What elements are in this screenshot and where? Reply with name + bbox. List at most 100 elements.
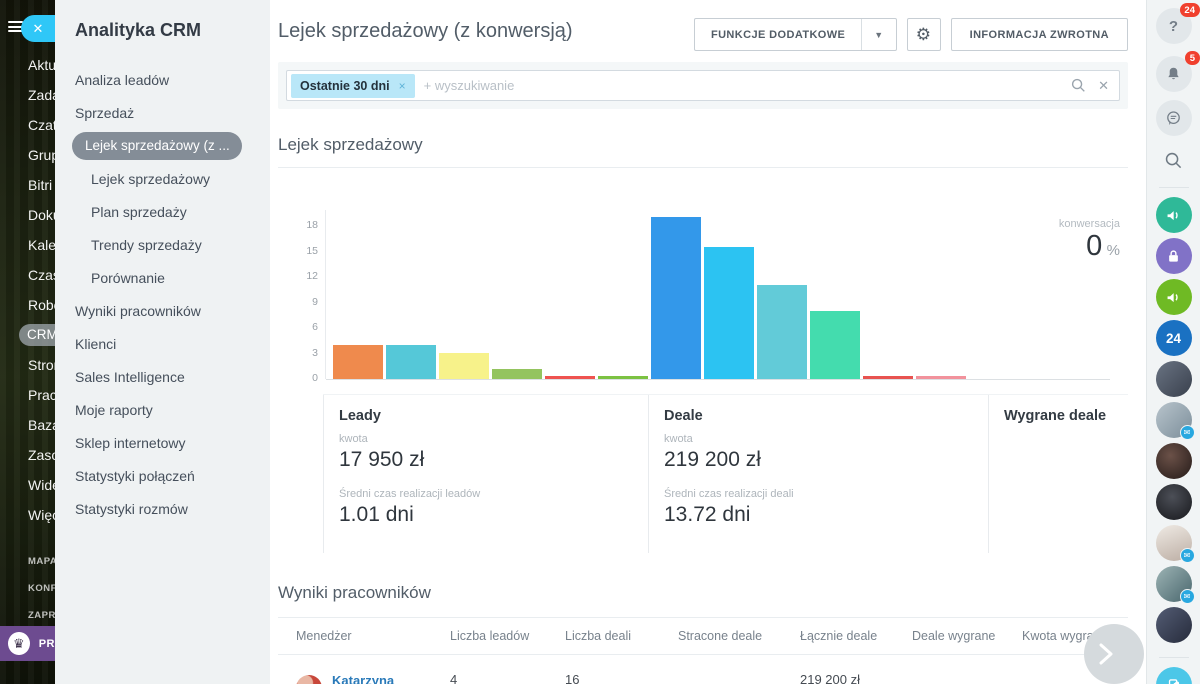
main-nav-footer: MAPAKONFIZAPRO [0, 548, 55, 629]
sidebar-item-label: Klienci [75, 336, 116, 352]
premium-banner[interactable]: ♛ PR [0, 626, 55, 661]
funnel-bar-leady-5[interactable] [545, 376, 595, 379]
security-button[interactable] [1156, 238, 1192, 274]
nav-item-stron[interactable]: Stron [0, 350, 55, 380]
remove-tag-icon[interactable]: × [399, 79, 406, 93]
clear-search-icon[interactable]: ✕ [1098, 78, 1109, 94]
sidebar-item-label: Lejek sprzedażowy [91, 171, 210, 187]
funnel-bar-deale-4[interactable] [810, 311, 860, 379]
extra-features-button[interactable]: FUNKCJE DODATKOWE ▼ [694, 18, 897, 51]
col-total-deals[interactable]: Łącznie deale [798, 618, 910, 655]
funnel-bar-leady-4[interactable] [492, 369, 542, 379]
nav-footer-zapro[interactable]: ZAPRO [0, 602, 55, 629]
nav-item-label: Zada [28, 87, 55, 103]
filter-tag-label: Ostatnie 30 dni [300, 79, 390, 93]
lead-count-value: 4 [450, 672, 457, 684]
nav-item-czat[interactable]: Czat [0, 110, 55, 140]
feedback-button[interactable]: INFORMACJA ZWROTNA [951, 18, 1128, 51]
sidebar-item-klienci[interactable]: Klienci [55, 327, 270, 360]
mail-badge-icon: ✉ [1180, 589, 1195, 604]
sidebar-item-lejek-sprzeda-owy-z[interactable]: Lejek sprzedażowy (z ... [55, 129, 270, 162]
search-icon[interactable] [1071, 78, 1086, 93]
sidebar-item-statystyki-rozm-w[interactable]: Statystyki rozmów [55, 492, 270, 525]
stats-deals-amount: 219 200 zł [664, 448, 988, 472]
avatar[interactable]: ✉ [1156, 566, 1192, 602]
nav-item-zaso[interactable]: Zaso [0, 440, 55, 470]
funnel-bar-deale-1[interactable] [651, 217, 701, 379]
nav-item-czas[interactable]: Czas [0, 260, 55, 290]
chevron-down-icon[interactable]: ▼ [861, 19, 895, 50]
nav-item-prac[interactable]: Prac [0, 380, 55, 410]
nav-footer-mapa[interactable]: MAPA [0, 548, 55, 575]
notifications-button[interactable]: 5 [1156, 56, 1192, 92]
sidebar-item-lejek-sprzeda-owy[interactable]: Lejek sprzedażowy [55, 162, 270, 195]
sidebar-item-analiza-lead-w[interactable]: Analiza leadów [55, 63, 270, 96]
nav-item-wide[interactable]: Wide [0, 470, 55, 500]
campaign-button[interactable] [1156, 279, 1192, 315]
nav-item-crm[interactable]: CRM [0, 320, 55, 350]
funnel-bar-leady-6[interactable] [598, 376, 648, 379]
help-button[interactable]: ? 24 [1156, 8, 1192, 44]
avatar[interactable] [1156, 607, 1192, 643]
avatar[interactable] [1156, 484, 1192, 520]
avatar[interactable] [1156, 443, 1192, 479]
avatar[interactable]: ✉ [1156, 525, 1192, 561]
feedback-label: INFORMACJA ZWROTNA [970, 29, 1109, 41]
funnel-bar-deale-3[interactable] [757, 285, 807, 379]
col-lost-deals[interactable]: Stracone deale [676, 618, 798, 655]
close-menu-button[interactable]: ✕ [21, 15, 55, 42]
sidebar-item-plan-sprzeda-y[interactable]: Plan sprzedaży [55, 195, 270, 228]
stats-deals-title: Deale [664, 408, 988, 424]
nav-item-label: Zaso [28, 447, 55, 463]
sidebar-item-wyniki-pracownik-w[interactable]: Wyniki pracowników [55, 294, 270, 327]
nav-item-bitri[interactable]: Bitri [0, 170, 55, 200]
manager-name-link[interactable]: Katarzyna Kowalska [332, 673, 448, 684]
messenger-button[interactable] [1156, 100, 1192, 136]
sidebar-item-moje-raporty[interactable]: Moje raporty [55, 393, 270, 426]
funnel-bar-leady-1[interactable] [333, 345, 383, 379]
nav-item-doku[interactable]: Doku [0, 200, 55, 230]
nav-item-robo[interactable]: Robo [0, 290, 55, 320]
avatar[interactable]: ✉ [1156, 402, 1192, 438]
nav-item-aktu[interactable]: Aktu [0, 50, 55, 80]
nav-footer-konfi[interactable]: KONFI [0, 575, 55, 602]
funnel-bar-deale-5[interactable] [863, 376, 913, 379]
scroll-right-button[interactable] [1084, 624, 1144, 684]
nav-item-zada[interactable]: Zada [0, 80, 55, 110]
employee-results-title: Wyniki pracowników [278, 583, 1138, 603]
search-button[interactable] [1156, 142, 1192, 178]
funnel-bar-leady-2[interactable] [386, 345, 436, 379]
sidebar-item-trendy-sprzeda-y[interactable]: Trendy sprzedaży [55, 228, 270, 261]
nav-item-label: Wide [28, 477, 55, 493]
search-input[interactable]: Ostatnie 30 dni × + wyszukiwanie ✕ [286, 70, 1120, 101]
funnel-bar-deale-6[interactable] [916, 376, 966, 379]
sidebar-item-por-wnanie[interactable]: Porównanie [55, 261, 270, 294]
b24-label: 24 [1166, 331, 1181, 346]
funnel-bar-deale-2[interactable] [704, 247, 754, 379]
mobile-app-button[interactable] [1156, 667, 1192, 684]
avatar[interactable] [1156, 361, 1192, 397]
sidebar-item-sprzeda[interactable]: Sprzedaż [55, 96, 270, 129]
col-lead-count[interactable]: Liczba leadów [448, 618, 563, 655]
col-manager[interactable]: Menedżer [278, 618, 448, 655]
question-icon: ? [1169, 18, 1178, 35]
nav-item-grup[interactable]: Grup [0, 140, 55, 170]
nav-item-label: Stron [28, 357, 55, 373]
nav-item-baza[interactable]: Baza [0, 410, 55, 440]
filter-tag-last-30-days[interactable]: Ostatnie 30 dni × [291, 74, 415, 98]
sidebar-item-sales-intelligence[interactable]: Sales Intelligence [55, 360, 270, 393]
col-won-deals[interactable]: Deale wygrane [910, 618, 1020, 655]
sidebar-item-statystyki-po-cze[interactable]: Statystyki połączeń [55, 459, 270, 492]
stats-leads-amount: 17 950 zł [339, 448, 648, 472]
settings-button[interactable]: ⚙ [907, 18, 941, 51]
nav-item-wi-c[interactable]: Więc [0, 500, 55, 530]
bitrix24-button[interactable]: 24 [1156, 320, 1192, 356]
nav-item-kale[interactable]: Kale [0, 230, 55, 260]
funnel-bar-leady-3[interactable] [439, 353, 489, 379]
sidebar-item-sklep-internetowy[interactable]: Sklep internetowy [55, 426, 270, 459]
marketing-button[interactable] [1156, 197, 1192, 233]
col-deal-count[interactable]: Liczba deali [563, 618, 676, 655]
crown-icon: ♛ [8, 632, 30, 655]
y-axis-tick: 18 [292, 219, 318, 231]
chevron-right-icon [1098, 643, 1114, 665]
